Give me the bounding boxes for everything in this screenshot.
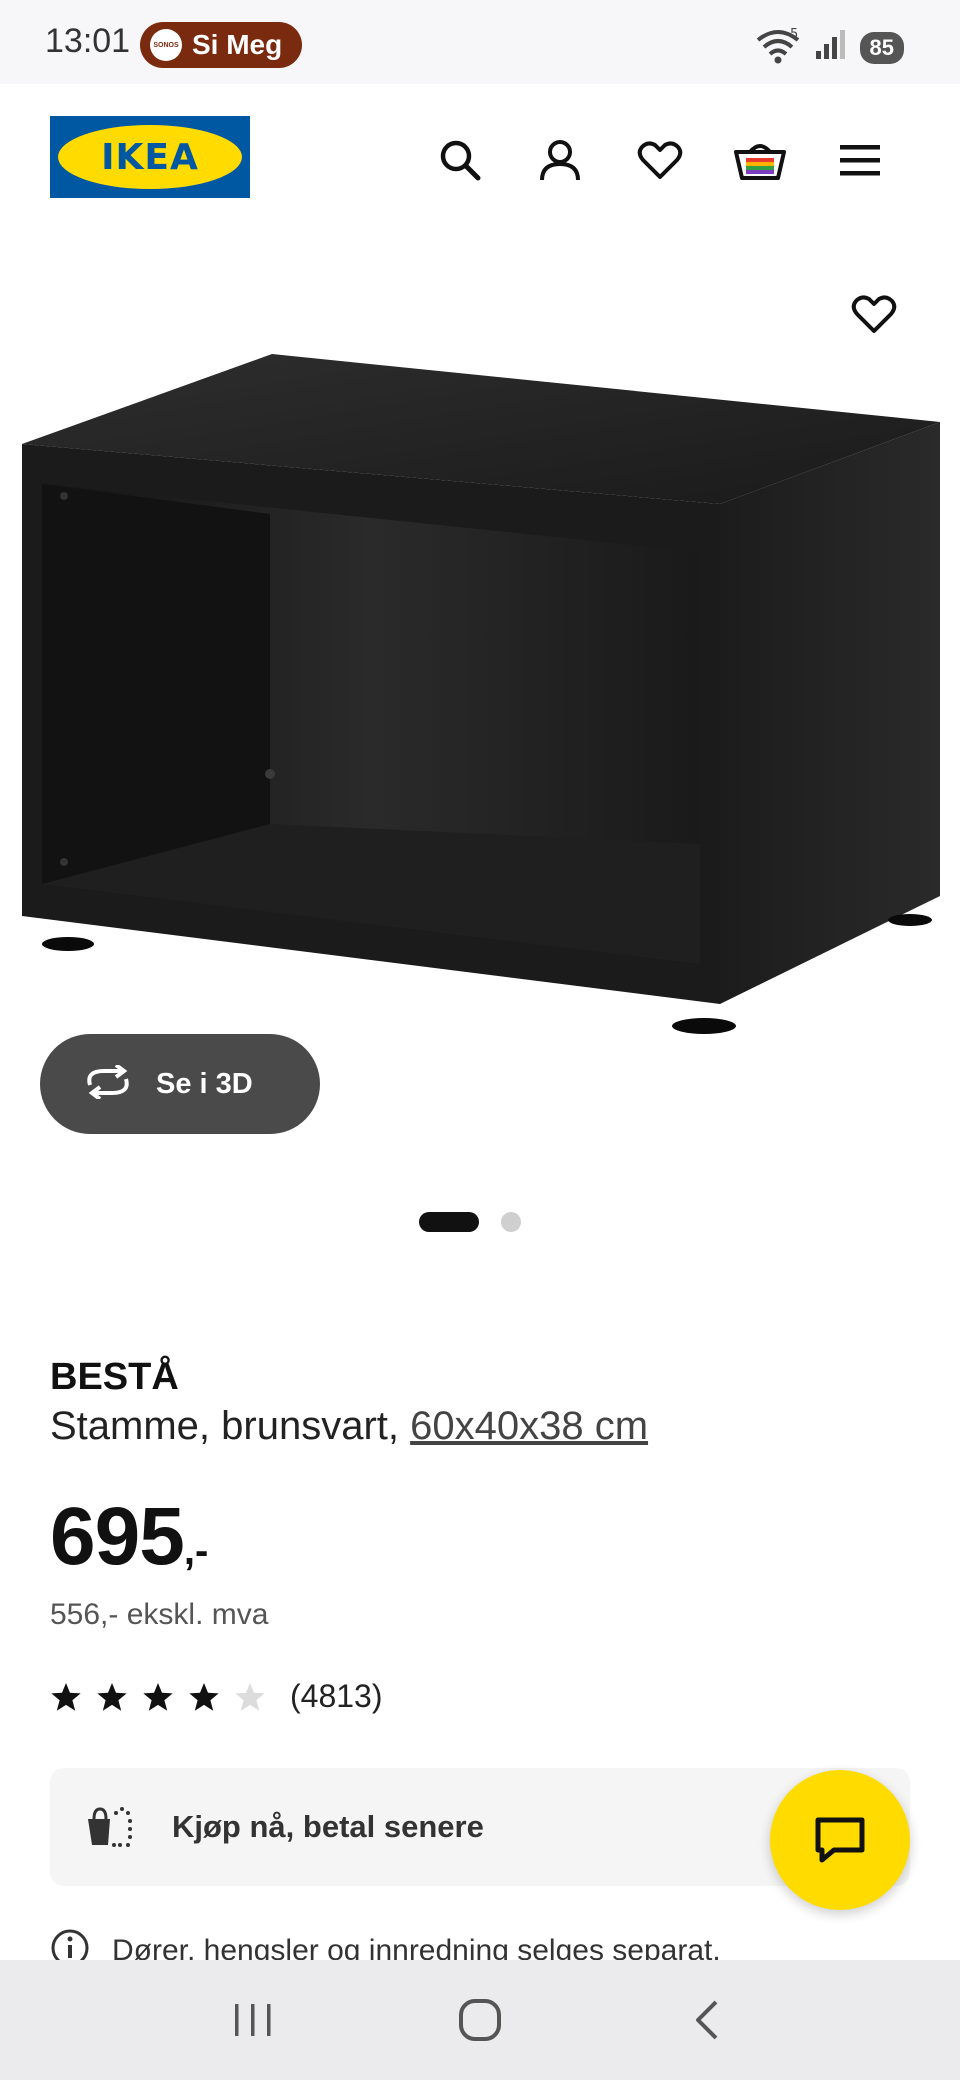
- rating[interactable]: (4813): [50, 1678, 383, 1715]
- site-header: IKEA: [0, 84, 960, 234]
- battery-icon: 85: [859, 31, 904, 64]
- status-indicators: 5 85: [756, 26, 904, 69]
- chat-icon: [815, 1817, 865, 1863]
- price-excl-vat: 556,- ekskl. mva: [50, 1598, 269, 1631]
- logo-oval: IKEA: [58, 125, 242, 189]
- sonos-logo-icon: SONOS: [150, 29, 182, 61]
- chat-button[interactable]: [770, 1770, 910, 1910]
- home-icon[interactable]: [440, 1980, 520, 2060]
- ikea-logo[interactable]: IKEA: [50, 116, 250, 198]
- carousel-dot[interactable]: [501, 1212, 521, 1232]
- shopping-bag-icon: [84, 1803, 134, 1852]
- star-filled-icon: [97, 1682, 127, 1711]
- media-pill[interactable]: SONOS Si Meg: [140, 22, 303, 68]
- carousel-dot-active[interactable]: [419, 1212, 479, 1232]
- product-description: Stamme, brunsvart, 60x40x38 cm: [50, 1404, 648, 1449]
- star-filled-icon: [51, 1682, 81, 1711]
- cabinet-illustration: [22, 354, 940, 1034]
- image-carousel-dots: [0, 1212, 960, 1232]
- logo-text: IKEA: [101, 136, 199, 178]
- back-icon[interactable]: [667, 1980, 747, 2060]
- media-pill-label: Si Meg: [192, 29, 283, 60]
- buy-now-pay-later-label: Kjøp nå, betal senere: [172, 1809, 484, 1844]
- product-description-text: Stamme, brunsvart,: [50, 1404, 411, 1448]
- star-filled-icon: [189, 1682, 219, 1711]
- price-suffix: ,-: [183, 1529, 209, 1573]
- favorites-icon[interactable]: [630, 130, 690, 190]
- star-filled-icon: [143, 1682, 173, 1711]
- cart-icon[interactable]: [730, 130, 790, 190]
- status-bar: 13:01 SONOS Si Meg 5 85: [0, 0, 960, 84]
- status-time: 13:01: [45, 22, 131, 60]
- view-3d-button[interactable]: Se i 3D: [40, 1034, 320, 1134]
- menu-icon[interactable]: [830, 130, 890, 190]
- price: 695 ,-: [50, 1490, 208, 1584]
- view-3d-label: Se i 3D: [156, 1067, 253, 1100]
- rotate-icon: [82, 1062, 134, 1104]
- signal-icon: [814, 29, 848, 66]
- size-link[interactable]: 60x40x38 cm: [410, 1404, 648, 1448]
- search-icon[interactable]: [430, 130, 490, 190]
- product-image[interactable]: Se i 3D: [0, 234, 960, 1154]
- wifi-label: 5: [790, 27, 798, 42]
- wifi-icon: 5: [756, 26, 802, 69]
- recent-apps-icon[interactable]: [213, 1980, 293, 2060]
- system-nav-bar: [0, 1960, 960, 2080]
- rating-count: (4813): [290, 1678, 383, 1714]
- product-brand: BESTÅ: [50, 1356, 179, 1398]
- account-icon[interactable]: [530, 130, 590, 190]
- star-empty-icon: [235, 1682, 265, 1711]
- price-main: 695: [50, 1491, 185, 1582]
